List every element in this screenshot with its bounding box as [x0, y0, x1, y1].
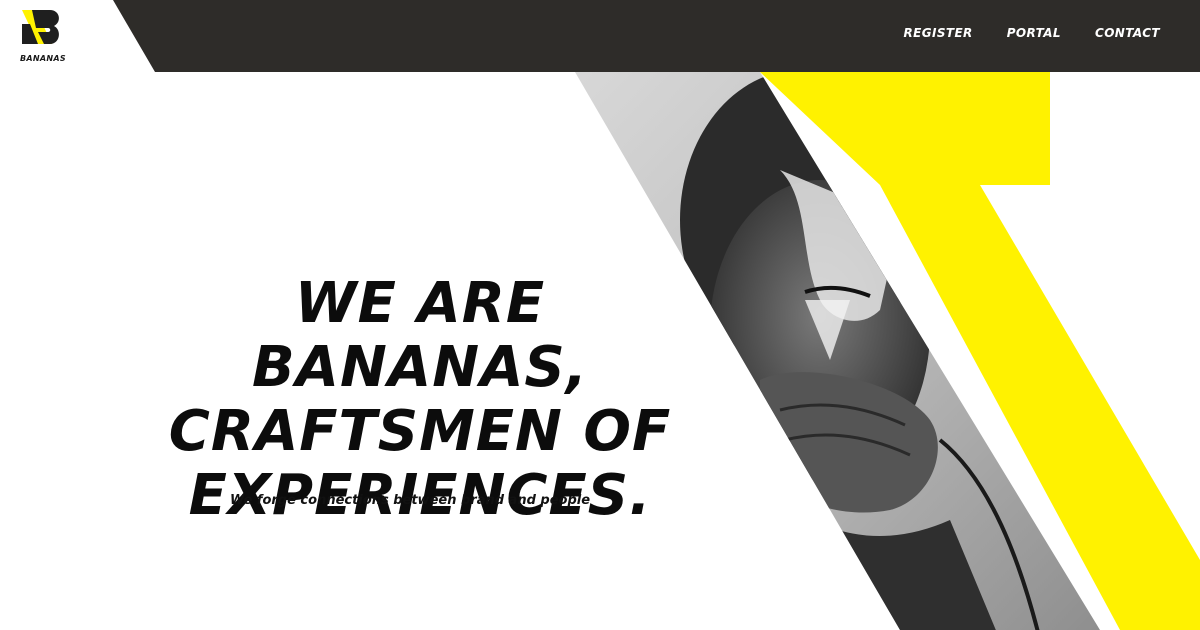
hero-headline: WE ARE BANANAS, CRAFTSMEN OF EXPERIENCES…: [120, 272, 720, 528]
nav-register-link[interactable]: REGISTER: [903, 26, 972, 40]
page: BANANAS REGISTER PORTAL CONTACT WE ARE B…: [0, 0, 1200, 630]
hero-subline: We forge connections between brand and p…: [229, 493, 591, 508]
headline-line-1: WE ARE BANANAS,: [251, 271, 589, 400]
headline-line-2: CRAFTSMEN OF: [168, 399, 672, 464]
logo-wordmark: BANANAS: [20, 54, 66, 63]
main-nav: REGISTER PORTAL CONTACT: [903, 26, 1160, 40]
nav-contact-link[interactable]: CONTACT: [1095, 26, 1160, 40]
nav-portal-link[interactable]: PORTAL: [1007, 26, 1061, 40]
